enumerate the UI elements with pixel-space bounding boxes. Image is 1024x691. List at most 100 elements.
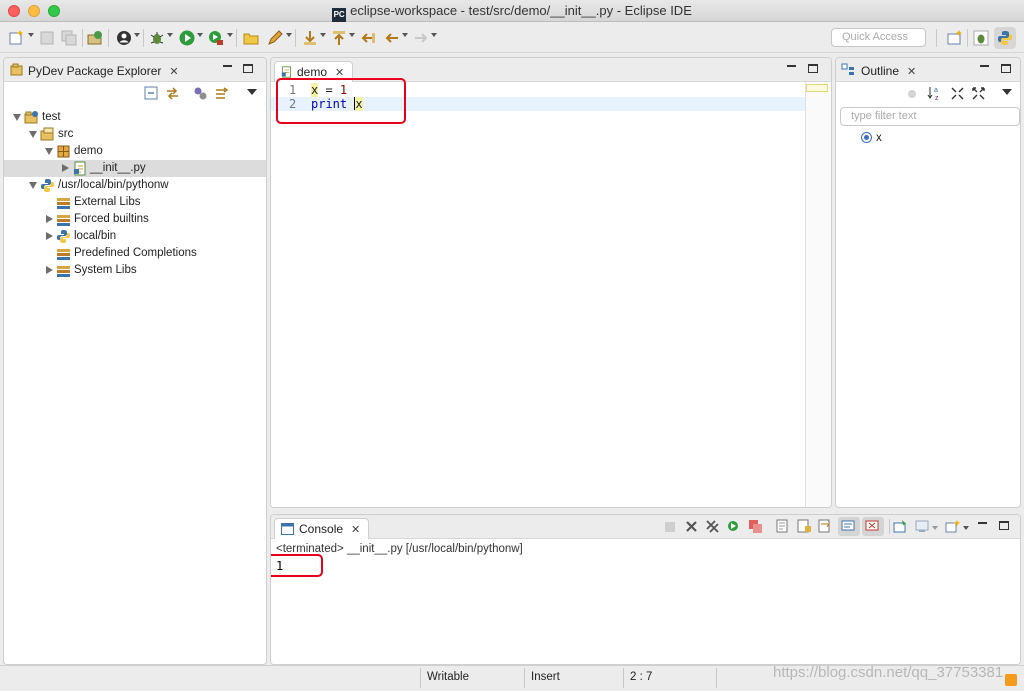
display-selected-console-icon[interactable] <box>915 519 930 534</box>
debug-dropdown-arrow[interactable] <box>167 33 173 37</box>
status-insert-mode[interactable]: Insert <box>531 671 560 683</box>
scroll-lock-icon[interactable] <box>797 519 812 534</box>
expand-icon[interactable] <box>62 164 69 172</box>
expand-icon[interactable] <box>29 182 37 189</box>
new-dropdown-arrow[interactable] <box>28 33 34 37</box>
expand-icon[interactable] <box>46 266 53 274</box>
tree-item-test[interactable]: test <box>4 109 266 126</box>
minimize-view-icon[interactable] <box>980 65 989 67</box>
debug-perspective-icon[interactable] <box>972 29 990 47</box>
show-console-stdout-icon <box>841 520 855 531</box>
view-menu-icon[interactable] <box>1002 89 1012 95</box>
watermark-text: https://blog.csdn.net/qq_37753381 <box>773 664 1004 681</box>
relaunch-icon[interactable] <box>726 519 741 534</box>
filters-icon[interactable] <box>193 86 208 101</box>
toolbar-separator <box>143 29 144 47</box>
outline-item-x[interactable]: x <box>862 132 882 144</box>
outline-filter-input[interactable]: type filter text <box>840 107 1020 126</box>
minimize-view-icon[interactable] <box>787 65 796 67</box>
status-cursor-position[interactable]: 2 : 7 <box>630 671 652 683</box>
open-console-icon[interactable] <box>945 519 960 534</box>
tree-item-interpreter[interactable]: /usr/local/bin/pythonw <box>4 177 266 194</box>
tree-item-forced-builtins[interactable]: Forced builtins <box>4 211 266 228</box>
run-icon[interactable] <box>178 29 196 47</box>
next-annotation-dropdown[interactable] <box>320 33 326 37</box>
open-folder-icon[interactable] <box>242 29 260 47</box>
external-tool-dropdown-arrow[interactable] <box>227 33 233 37</box>
open-perspective-button-icon[interactable] <box>946 29 964 47</box>
maximize-view-icon[interactable] <box>808 64 818 73</box>
occurrence-marker[interactable] <box>806 84 828 92</box>
remove-all-terminated-icon[interactable] <box>705 519 720 534</box>
toolbar-separator <box>236 29 237 47</box>
back-dropdown-arrow[interactable] <box>402 33 408 37</box>
close-icon[interactable]: ✕ <box>351 523 360 536</box>
overview-ruler[interactable] <box>805 82 831 507</box>
previous-annotation-icon[interactable] <box>330 29 348 47</box>
view-menu-icon[interactable] <box>247 89 257 95</box>
collapse-all-icon[interactable] <box>144 86 159 101</box>
pen-dropdown-arrow[interactable] <box>286 33 292 37</box>
debug-icon[interactable] <box>148 29 166 47</box>
previous-annotation-dropdown[interactable] <box>349 33 355 37</box>
pin-console-icon[interactable] <box>893 519 908 534</box>
maximize-view-icon[interactable] <box>999 521 1009 530</box>
open-console-dropdown[interactable] <box>963 526 969 530</box>
run-dropdown-arrow[interactable] <box>197 33 203 37</box>
open-perspective-icon[interactable] <box>86 29 104 47</box>
remove-launch-icon[interactable] <box>684 519 699 534</box>
new-wizard-icon[interactable] <box>8 29 26 47</box>
save-icon[interactable] <box>38 29 56 47</box>
maximize-view-icon[interactable] <box>1001 64 1011 73</box>
expand-icon[interactable] <box>45 148 53 155</box>
tree-item-predefined-completions[interactable]: Predefined Completions <box>4 245 266 262</box>
show-console-on-error-button[interactable] <box>862 517 884 536</box>
code-editor[interactable]: 1 x = 1 2 print x <box>271 82 831 507</box>
tab-package-explorer[interactable]: PyDev Package Explorer ✕ <box>28 64 179 78</box>
forward-dropdown-arrow[interactable] <box>431 33 437 37</box>
expand-icon[interactable] <box>46 232 53 240</box>
top-level-elements-icon[interactable] <box>214 86 229 101</box>
sort-alphabetically-icon[interactable]: az <box>927 85 943 101</box>
expand-icon[interactable] <box>46 215 53 223</box>
last-edit-location-icon[interactable] <box>359 29 377 47</box>
show-console-on-output-button[interactable] <box>838 517 860 536</box>
run-external-tool-icon[interactable] <box>207 29 225 47</box>
forward-icon[interactable] <box>412 29 430 47</box>
console-output-area[interactable]: <terminated> __init__.py [/usr/local/bin… <box>271 539 1020 664</box>
clear-console-icon[interactable] <box>776 519 791 534</box>
library-icon <box>57 266 70 277</box>
back-icon[interactable] <box>383 29 401 47</box>
tab-outline[interactable]: Outline ✕ <box>861 64 916 78</box>
tree-item-local-bin[interactable]: local/bin <box>4 228 266 245</box>
word-wrap-icon[interactable] <box>818 519 833 534</box>
minimize-view-icon[interactable] <box>223 65 232 67</box>
maximize-view-icon[interactable] <box>243 64 253 73</box>
pen-tool-icon[interactable] <box>266 29 284 47</box>
tree-item-src[interactable]: src <box>4 126 266 143</box>
expand-icon[interactable] <box>13 114 21 121</box>
tree-item-init-py[interactable]: __init__.py <box>4 160 266 177</box>
profile-icon[interactable] <box>115 29 133 47</box>
minimize-view-icon[interactable] <box>978 522 987 524</box>
next-annotation-icon[interactable] <box>301 29 319 47</box>
hide-fields-icon[interactable] <box>906 86 921 101</box>
collapse-tree-icon[interactable] <box>950 86 965 101</box>
tree-item-external-libs[interactable]: External Libs <box>4 194 266 211</box>
expand-tree-icon[interactable] <box>971 86 986 101</box>
tab-console[interactable]: Console ✕ <box>274 518 370 539</box>
expand-icon[interactable] <box>29 131 37 138</box>
pydev-perspective-button[interactable] <box>994 27 1016 49</box>
tree-item-demo[interactable]: demo <box>4 143 266 160</box>
display-console-dropdown[interactable] <box>932 526 938 530</box>
tree-item-system-libs[interactable]: System Libs <box>4 262 266 279</box>
source-folder-icon <box>40 127 54 141</box>
link-with-editor-icon[interactable] <box>165 86 180 101</box>
terminate-all-icon[interactable] <box>748 519 763 534</box>
save-all-icon[interactable] <box>60 29 78 47</box>
close-icon[interactable]: ✕ <box>907 65 916 78</box>
profile-dropdown-arrow[interactable] <box>134 33 140 37</box>
quick-access-field[interactable]: Quick Access <box>831 28 926 47</box>
terminate-icon[interactable] <box>665 522 675 532</box>
close-icon[interactable]: ✕ <box>169 65 178 78</box>
